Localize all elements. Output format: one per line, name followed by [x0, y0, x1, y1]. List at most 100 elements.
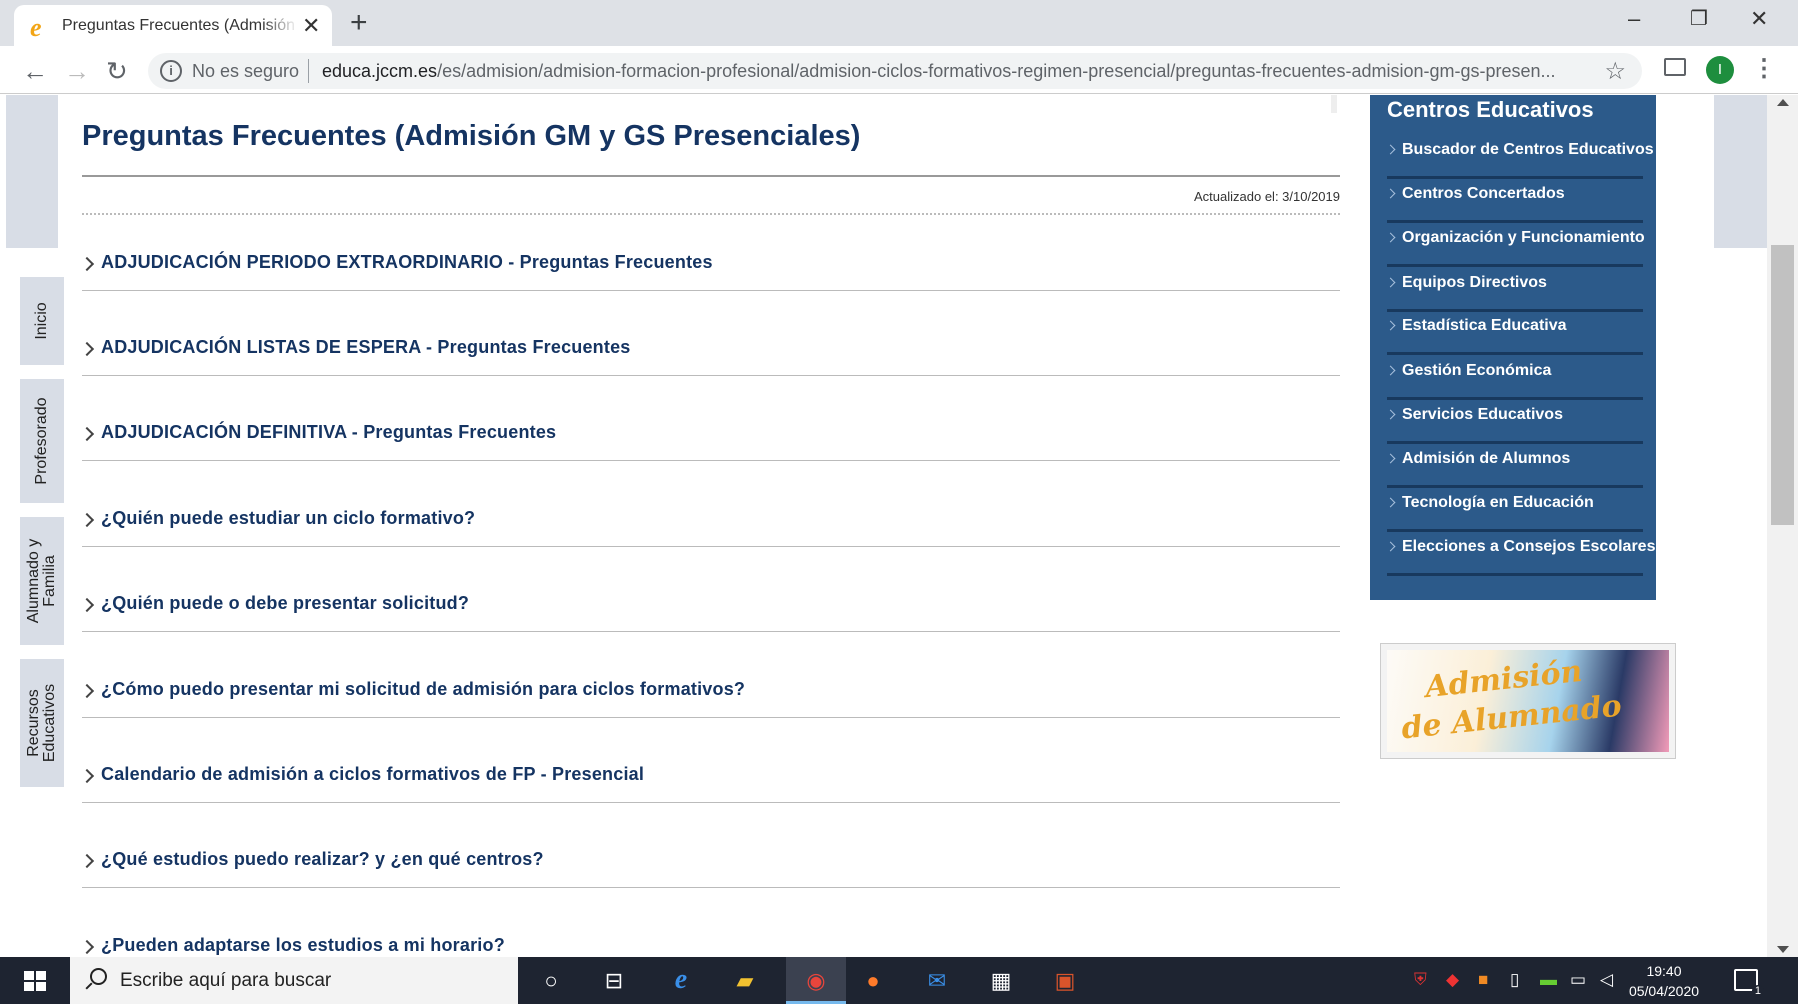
panel-link-label[interactable]: Organización y Funcionamiento [1402, 229, 1645, 247]
side-tab-alumnado[interactable]: Alumnado y Familia [20, 517, 64, 645]
panel-link[interactable]: Tecnología en Educación [1385, 492, 1643, 532]
file-explorer-icon[interactable]: ▰ [728, 964, 762, 998]
url-text[interactable]: educa.jccm.es/es/admision/admision-forma… [322, 61, 1592, 82]
task-view-icon[interactable]: ⊟ [597, 964, 631, 998]
url-domain: educa.jccm.es [322, 61, 438, 81]
faq-question[interactable]: ¿Cómo puedo presentar mi solicitud de ad… [101, 679, 745, 700]
panel-link-label[interactable]: Buscador de Centros Educativos [1402, 141, 1654, 159]
address-bar[interactable]: i No es seguro educa.jccm.es/es/admision… [148, 53, 1642, 89]
faq-question[interactable]: ¿Pueden adaptarse los estudios a mi hora… [101, 935, 505, 956]
profile-avatar[interactable]: I [1706, 56, 1734, 84]
faq-item[interactable]: ¿Quién puede estudiar un ciclo formativo… [79, 507, 1340, 547]
notifications-icon[interactable]: 1 [1734, 969, 1764, 997]
back-icon[interactable]: ← [22, 56, 48, 87]
faq-item[interactable]: ADJUDICACIÓN PERIODO EXTRAORDINARIO - Pr… [79, 251, 1340, 291]
faq-question[interactable]: ADJUDICACIÓN DEFINITIVA - Preguntas Frec… [101, 422, 556, 443]
panel-link-label[interactable]: Servicios Educativos [1402, 406, 1563, 424]
nvidia-icon[interactable]: ▬ [1540, 970, 1557, 990]
store-icon[interactable]: ▦ [984, 964, 1018, 998]
acrobat-icon[interactable]: ◆ [1446, 970, 1459, 990]
panel-link-label[interactable]: Estadística Educativa [1402, 317, 1567, 335]
system-clock[interactable]: 19:40 05/04/2020 [1628, 961, 1700, 1001]
scroll-up-icon[interactable] [1777, 99, 1789, 106]
info-icon[interactable]: i [160, 60, 182, 82]
mail-icon[interactable]: ✉ [920, 964, 954, 998]
faq-question[interactable]: ¿Quién puede estudiar un ciclo formativo… [101, 508, 475, 529]
powerpoint-icon[interactable]: ▣ [1048, 964, 1082, 998]
new-tab-icon[interactable]: + [350, 6, 368, 40]
left-side-band [6, 95, 58, 248]
faq-item[interactable]: ¿Pueden adaptarse los estudios a mi hora… [79, 934, 1340, 957]
taskbar-search-box[interactable]: Escribe aquí para buscar [70, 957, 518, 1004]
chevron-right-icon [79, 768, 95, 784]
faq-item[interactable]: Calendario de admisión a ciclos formativ… [79, 763, 1340, 803]
firefox-icon[interactable]: ● [856, 964, 890, 998]
reload-icon[interactable]: ↻ [106, 56, 128, 87]
panel-link-label[interactable]: Tecnología en Educación [1402, 494, 1594, 512]
panel-link[interactable]: Organización y Funcionamiento [1385, 227, 1645, 267]
usb-icon[interactable]: ▯ [1510, 970, 1519, 990]
side-tab-profesorado[interactable]: Profesorado [20, 379, 64, 503]
bookmark-star-icon[interactable]: ☆ [1604, 57, 1626, 86]
side-tab-recursos[interactable]: Recursos Educativos [20, 659, 64, 787]
chrome-taskbar-button[interactable]: ◉ [786, 957, 846, 1004]
chevron-right-icon [1385, 188, 1396, 199]
search-icon [90, 968, 107, 985]
browser-tab[interactable]: e Preguntas Frecuentes (Admisión GM y GS… [14, 5, 332, 46]
dotted-divider [82, 213, 1340, 215]
cast-icon[interactable] [1664, 58, 1686, 76]
page-title: Preguntas Frecuentes (Admisión GM y GS P… [82, 120, 861, 152]
volume-icon[interactable]: ◁ [1600, 970, 1613, 990]
minimize-icon[interactable]: – [1628, 6, 1640, 32]
close-window-icon[interactable]: ✕ [1750, 6, 1768, 32]
panel-link[interactable]: Estadística Educativa [1385, 315, 1643, 355]
chevron-right-icon [1385, 453, 1396, 464]
faq-question[interactable]: ¿Qué estudios puedo realizar? y ¿en qué … [101, 849, 544, 870]
panel-link[interactable]: Elecciones a Consejos Escolares [1385, 536, 1655, 576]
page-viewport: Inicio Profesorado Alumnado y Familia Re… [0, 95, 1798, 957]
windows-start-icon[interactable] [24, 971, 46, 991]
page-scrollbar[interactable] [1767, 95, 1798, 957]
scrollbar-thumb[interactable] [1771, 245, 1794, 525]
browser-menu-icon[interactable]: ⋮ [1752, 54, 1776, 83]
panel-link-label[interactable]: Gestión Económica [1402, 362, 1551, 380]
faq-question[interactable]: ¿Quién puede o debe presentar solicitud? [101, 593, 469, 614]
panel-link-label[interactable]: Equipos Directivos [1402, 274, 1547, 292]
network-icon[interactable]: ▭ [1570, 970, 1586, 990]
site-favicon-icon: e [30, 13, 42, 42]
scroll-down-icon[interactable] [1777, 946, 1789, 953]
faq-item[interactable]: ¿Qué estudios puedo realizar? y ¿en qué … [79, 848, 1340, 888]
not-secure-label[interactable]: No es seguro [192, 61, 299, 82]
chevron-right-icon [1385, 365, 1396, 376]
edge-icon[interactable]: e [664, 964, 698, 998]
faq-item[interactable]: ADJUDICACIÓN LISTAS DE ESPERA - Pregunta… [79, 336, 1340, 376]
omnibox-separator [308, 59, 309, 83]
restore-icon[interactable]: ❐ [1690, 6, 1708, 31]
faq-item[interactable]: ¿Cómo puedo presentar mi solicitud de ad… [79, 678, 1340, 718]
faq-item[interactable]: ADJUDICACIÓN DEFINITIVA - Preguntas Frec… [79, 421, 1340, 461]
panel-link[interactable]: Equipos Directivos [1385, 272, 1643, 312]
panel-link[interactable]: Buscador de Centros Educativos [1385, 139, 1654, 179]
faq-question[interactable]: Calendario de admisión a ciclos formativ… [101, 764, 644, 785]
security-shield-icon[interactable]: ⛨ [1414, 970, 1427, 990]
search-placeholder[interactable]: Escribe aquí para buscar [120, 970, 331, 992]
chevron-right-icon [79, 512, 95, 528]
panel-link-label[interactable]: Centros Concertados [1402, 185, 1565, 203]
panel-link[interactable]: Gestión Económica [1385, 360, 1643, 400]
faq-item[interactable]: ¿Quién puede o debe presentar solicitud? [79, 592, 1340, 632]
panel-link[interactable]: Centros Concertados [1385, 183, 1643, 223]
admision-alumnado-banner[interactable]: Admisión de Alumnado [1380, 643, 1676, 759]
chevron-right-icon [79, 597, 95, 613]
close-tab-icon[interactable]: ✕ [302, 13, 320, 39]
forward-icon[interactable]: → [64, 56, 90, 87]
panel-link-label[interactable]: Admisión de Alumnos [1402, 450, 1570, 468]
panel-link-label[interactable]: Elecciones a Consejos Escolares [1402, 538, 1655, 556]
url-path: /es/admision/admision-formacion-profesio… [437, 61, 1556, 81]
panel-link[interactable]: Admisión de Alumnos [1385, 448, 1643, 488]
app-tray-icon[interactable]: ■ [1478, 970, 1488, 990]
cortana-icon[interactable]: ○ [534, 964, 568, 998]
side-tab-inicio[interactable]: Inicio [20, 277, 64, 365]
faq-question[interactable]: ADJUDICACIÓN PERIODO EXTRAORDINARIO - Pr… [101, 252, 713, 273]
panel-link[interactable]: Servicios Educativos [1385, 404, 1643, 444]
faq-question[interactable]: ADJUDICACIÓN LISTAS DE ESPERA - Pregunta… [101, 337, 631, 358]
